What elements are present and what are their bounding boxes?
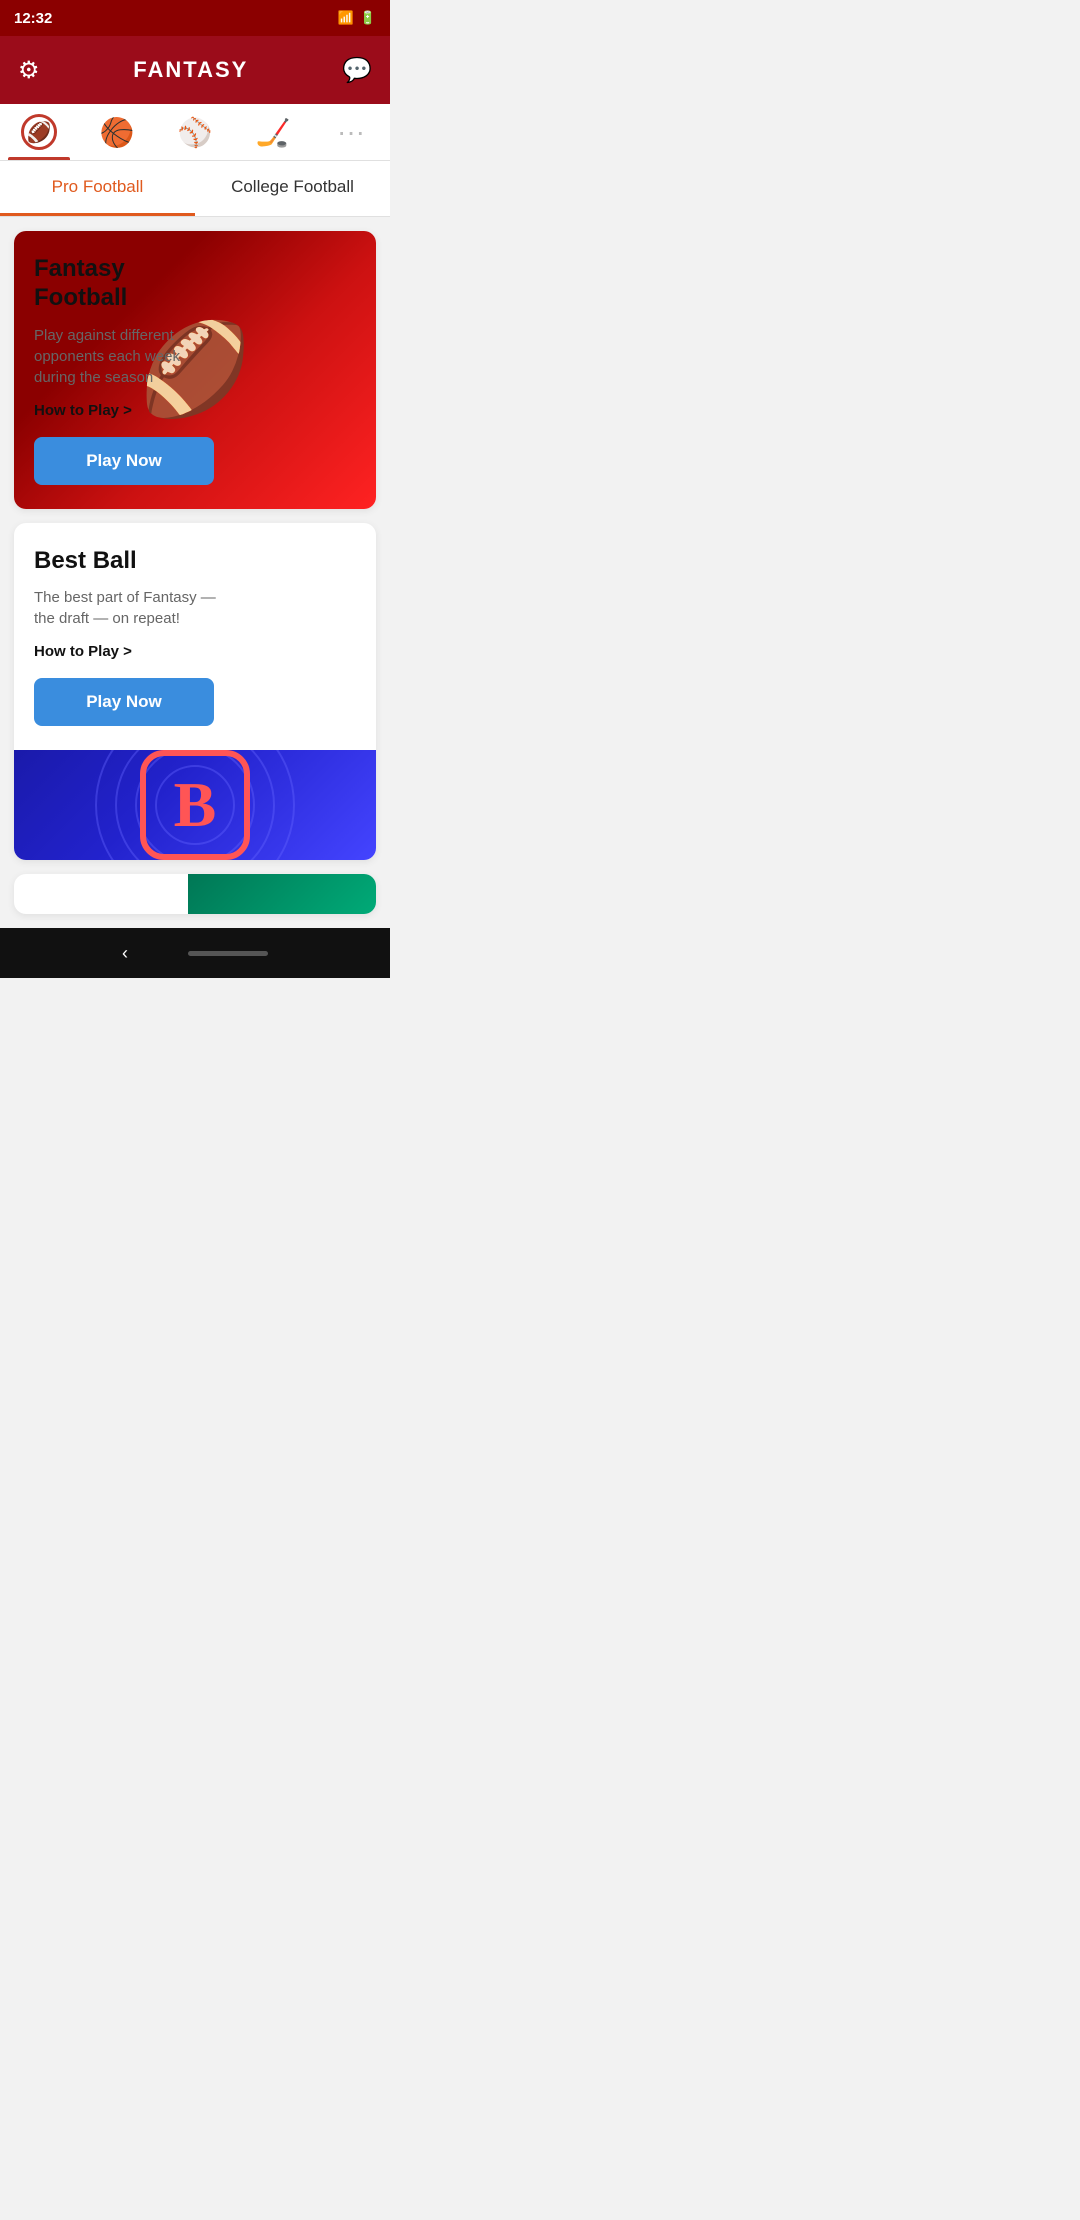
fantasy-football-how-to-play[interactable]: How to Play >	[34, 402, 218, 419]
app-header: ⚙ FANTASY 💬	[0, 36, 390, 104]
sport-tab-football[interactable]	[0, 114, 78, 160]
status-icons: 📶 🔋	[338, 10, 376, 26]
best-ball-logo: B	[140, 750, 250, 860]
best-ball-title: Best Ball	[34, 547, 218, 576]
bottom-nav: ‹	[0, 928, 390, 978]
battery-icon: 🔋	[360, 10, 376, 26]
best-ball-desc: The best part of Fantasy — the draft — o…	[34, 587, 218, 629]
basketball-icon: 🏀	[100, 116, 135, 149]
third-card-image-partial	[188, 874, 376, 914]
best-ball-play-now-button[interactable]: Play Now	[34, 678, 214, 726]
best-ball-card-content: Best Ball The best part of Fantasy — the…	[14, 523, 238, 751]
best-ball-image: B	[14, 750, 376, 860]
cards-container: Fantasy Football Play against different …	[0, 217, 390, 914]
fantasy-football-desc: Play against different opponents each we…	[34, 325, 218, 388]
sport-tabs: 🏀 ⚾ 🏒 ···	[0, 104, 390, 161]
best-ball-b-letter: B	[174, 768, 217, 842]
status-time: 12:32	[14, 10, 52, 27]
message-icon[interactable]: 💬	[342, 56, 372, 85]
app-title: FANTASY	[133, 57, 248, 83]
home-indicator[interactable]	[188, 951, 268, 956]
back-button[interactable]: ‹	[122, 943, 128, 964]
sub-tab-college-football[interactable]: College Football	[195, 161, 390, 216]
signal-icon: 📶	[338, 10, 354, 26]
best-ball-card: Best Ball The best part of Fantasy — the…	[14, 523, 376, 861]
fantasy-football-card: Fantasy Football Play against different …	[14, 231, 376, 509]
sport-tab-more[interactable]: ···	[312, 116, 390, 158]
third-card-partial	[14, 874, 376, 914]
more-icon: ···	[337, 116, 365, 148]
sub-tab-pro-football[interactable]: Pro Football	[0, 161, 195, 216]
best-ball-how-to-play[interactable]: How to Play >	[34, 643, 218, 660]
hockey-icon: 🏒	[256, 116, 291, 149]
football-icon	[21, 114, 57, 150]
status-bar: 12:32 📶 🔋	[0, 0, 390, 36]
fantasy-football-card-content: Fantasy Football Play against different …	[14, 231, 238, 509]
sport-tab-baseball[interactable]: ⚾	[156, 116, 234, 159]
fantasy-football-play-now-button[interactable]: Play Now	[34, 437, 214, 485]
baseball-icon: ⚾	[178, 116, 213, 149]
fantasy-football-title: Fantasy Football	[34, 255, 218, 313]
settings-icon[interactable]: ⚙	[18, 56, 40, 85]
sport-tab-basketball[interactable]: 🏀	[78, 116, 156, 159]
sport-tab-hockey[interactable]: 🏒	[234, 116, 312, 159]
sub-tabs: Pro Football College Football	[0, 161, 390, 217]
